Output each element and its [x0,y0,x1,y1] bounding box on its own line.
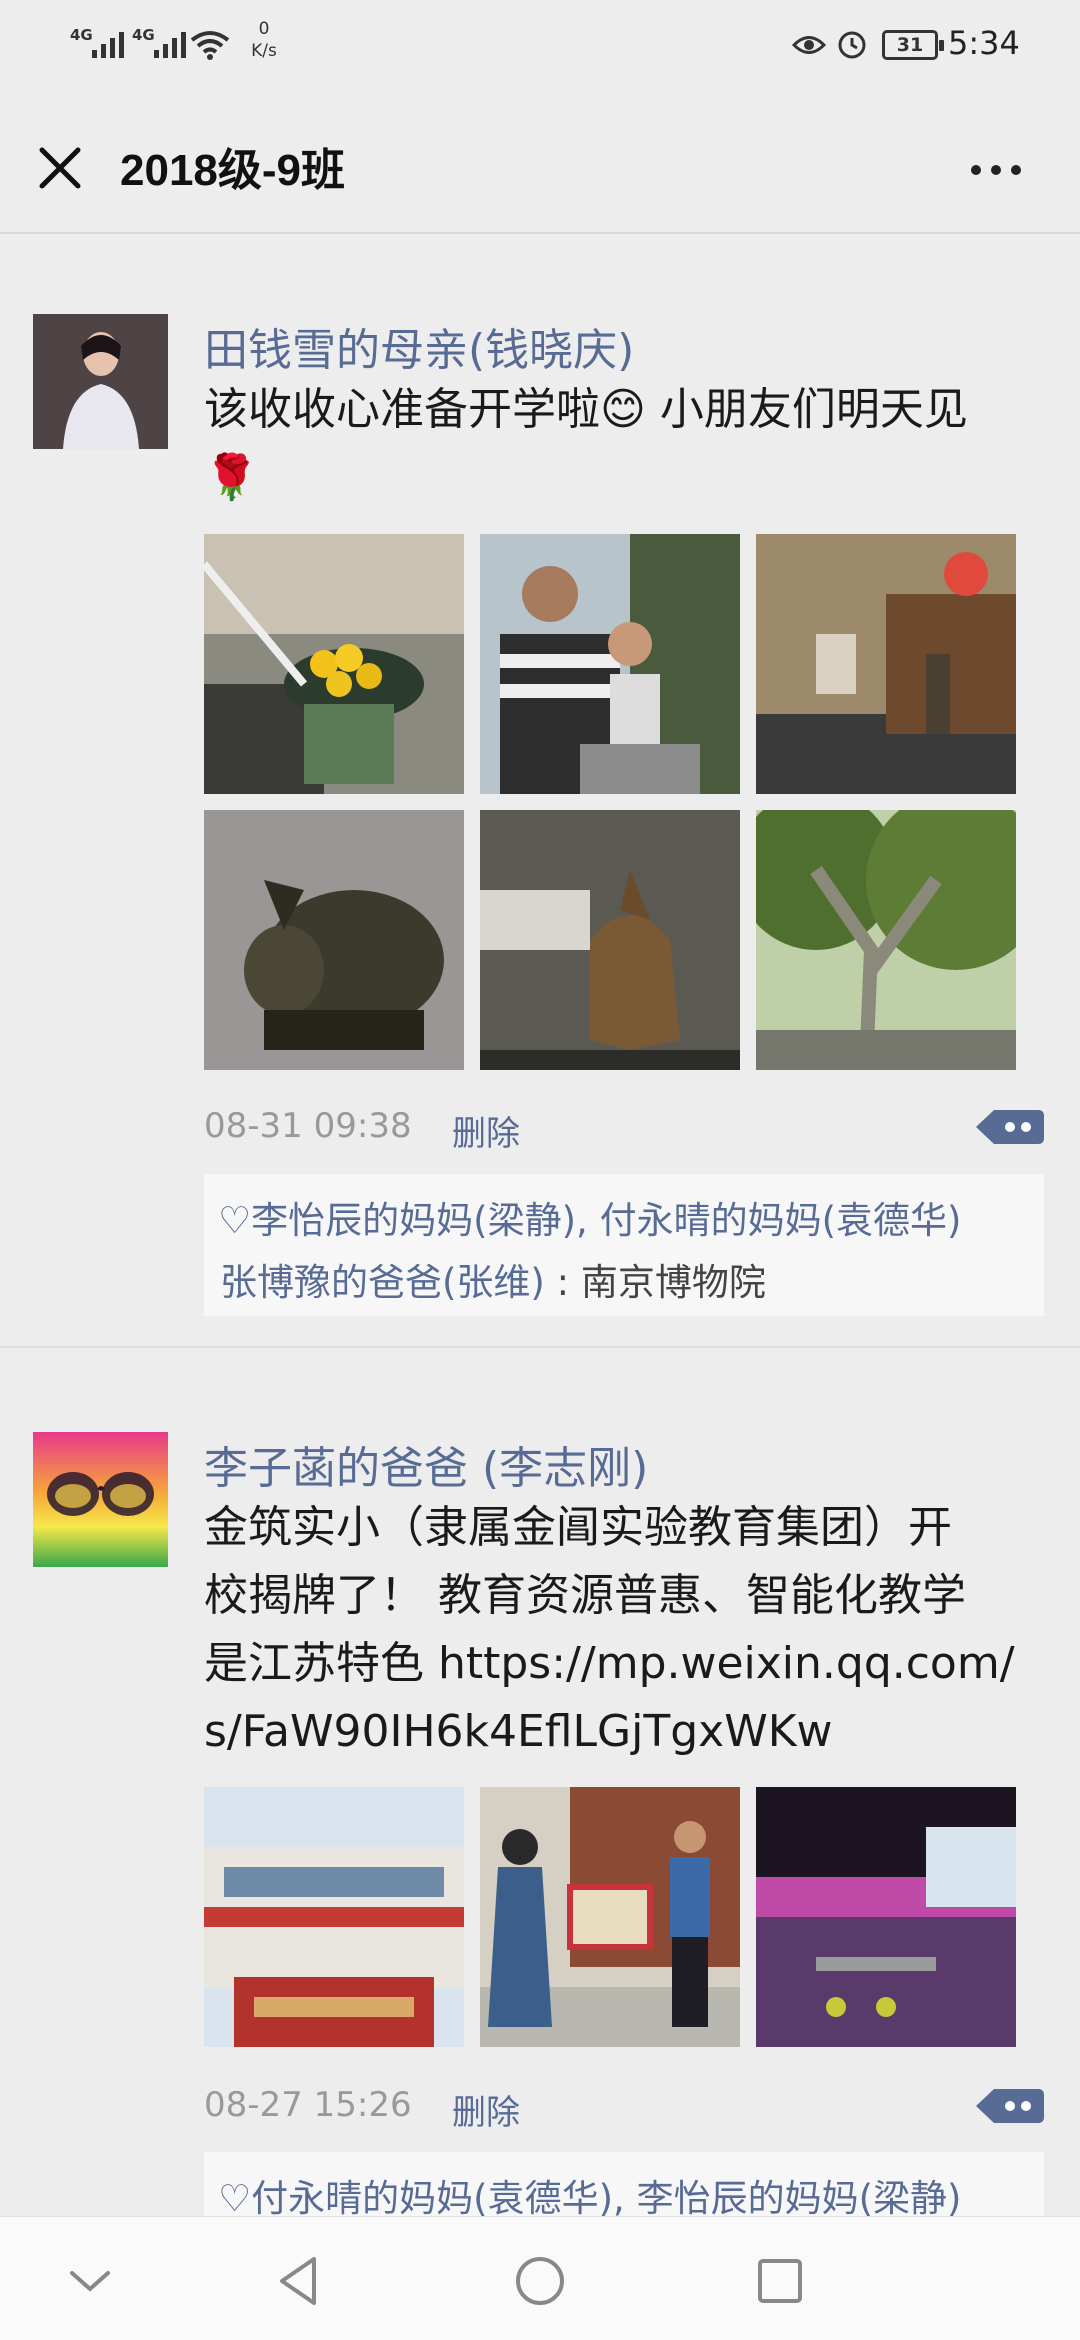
post-photo[interactable] [204,1787,464,2047]
network-speed: 0 K/s [246,18,282,62]
delete-link[interactable]: 删除 [452,2085,520,2134]
network-type-2: 4G [132,26,155,44]
battery-indicator: 31 [882,30,944,60]
likes-box: ♡付永晴的妈妈(袁德华), 李怡辰的妈妈(梁静) [204,2152,1044,2216]
divider [0,1346,1080,1348]
likes-row: ♡李怡辰的妈妈(梁静), 付永晴的妈妈(袁德华) [218,1190,961,1244]
post-link[interactable]: 是江苏特色 https://mp.weixin.qq.com/ [204,1630,1044,1698]
post-text-line: 该收收心准备开学啦😊 小朋友们明天见 [204,384,968,435]
system-nav-bar [0,2216,1080,2340]
post-photo[interactable] [756,810,1016,1070]
page-title: 2018级-9班 [120,146,346,195]
post-text-line: 金筑实小（隶属金阊实验教育集团）开 [204,1502,952,1553]
heart-icon: ♡ [218,1199,252,1242]
comment-text: : 南京博物院 [544,1261,766,1304]
status-bar: 4G 4G 0 K/s 31 5:34 [0,0,1080,90]
likes-comments-box: ♡李怡辰的妈妈(梁静), 付永晴的妈妈(袁德华) 张博豫的爸爸(张维) : 南京… [204,1174,1044,1316]
post-photo[interactable] [756,534,1016,794]
comment-author[interactable]: 张博豫的爸爸(张维) [220,1261,545,1304]
moments-feed[interactable]: 田钱雪的母亲(钱晓庆) 该收收心准备开学啦😊 小朋友们明天见 🌹 08-31 0… [0,236,1080,2216]
comment-action-icon[interactable] [976,1104,1044,1150]
likes-names[interactable]: 李怡辰的妈妈(梁静), 付永晴的妈妈(袁德华) [251,1199,961,1242]
comment-action-icon[interactable] [976,2083,1044,2129]
recents-square-icon[interactable] [748,2249,812,2313]
eye-icon [792,36,826,54]
post-link[interactable]: s/FaW90IH6k4EflLGjTgxWKw [204,1698,1044,1766]
likes-row: ♡付永晴的妈妈(袁德华), 李怡辰的妈妈(梁静) [218,2168,961,2216]
avatar[interactable] [33,1432,168,1567]
speed-value: 0 [258,19,270,39]
comment-row[interactable]: 张博豫的爸爸(张维) : 南京博物院 [220,1252,766,1306]
post-time: 08-27 15:26 [204,2085,412,2125]
delete-link[interactable]: 删除 [452,1106,520,1155]
likes-names[interactable]: 付永晴的妈妈(袁德华), 李怡辰的妈妈(梁静) [251,2177,961,2216]
post-photo[interactable] [756,1787,1016,2047]
header: 2018级-9班 [0,90,1080,234]
heart-icon: ♡ [218,2177,252,2216]
post-photo[interactable] [480,534,740,794]
home-circle-icon[interactable] [508,2249,572,2313]
chevron-down-icon[interactable] [58,2249,122,2313]
speed-unit: K/s [251,41,277,61]
avatar[interactable] [33,314,168,449]
post-photo[interactable] [204,810,464,1070]
close-icon[interactable] [22,130,98,206]
status-time: 5:34 [948,24,1020,62]
post-text: 该收收心准备开学啦😊 小朋友们明天见 🌹 [204,376,1044,512]
post-photo[interactable] [480,810,740,1070]
post-photo[interactable] [204,534,464,794]
more-icon[interactable] [956,140,1036,200]
wifi-icon [190,31,230,60]
post-text-line: 校揭牌了！ 教育资源普惠、智能化教学 [204,1570,966,1621]
post-photo[interactable] [480,1787,740,2047]
post-text-line: 🌹 [204,452,259,503]
network-type-1: 4G [70,26,93,44]
post-text: 金筑实小（隶属金阊实验教育集团）开 校揭牌了！ 教育资源普惠、智能化教学 是江苏… [204,1494,1044,1766]
post-author[interactable]: 李子菡的爸爸 (李志刚) [204,1432,648,1496]
back-triangle-icon[interactable] [268,2249,332,2313]
alarm-icon [838,31,866,59]
post-time: 08-31 09:38 [204,1106,412,1146]
post-author[interactable]: 田钱雪的母亲(钱晓庆) [204,314,634,378]
